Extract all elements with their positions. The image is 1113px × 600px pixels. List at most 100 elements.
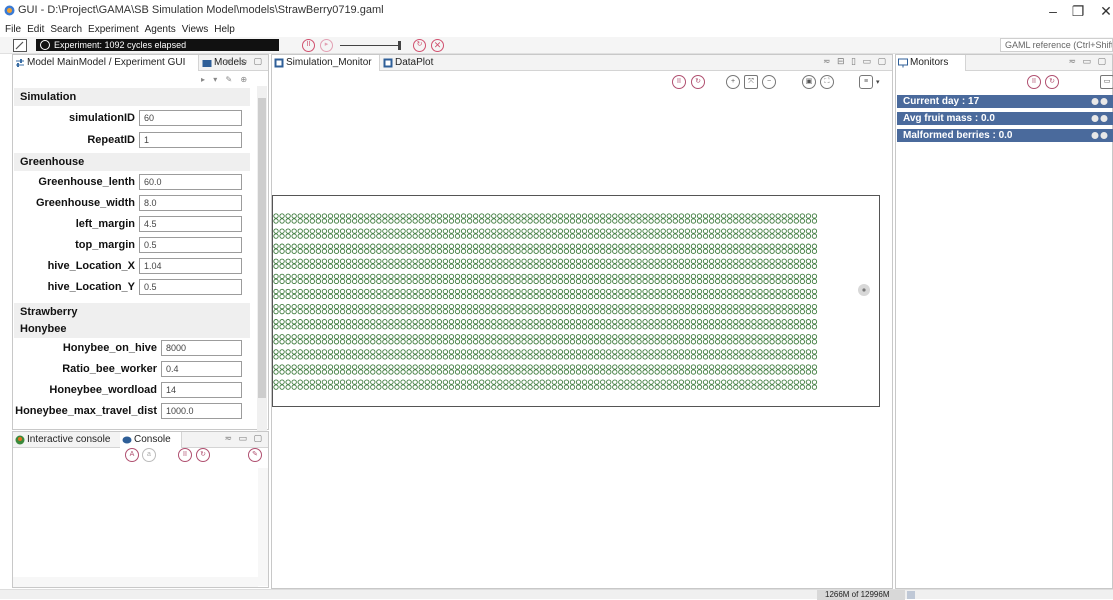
- tab-experiment-gui[interactable]: Model MainModel / Experiment GUI: [13, 55, 199, 71]
- param-label-honeybee-wordload: Honeybee_wordload: [49, 384, 157, 396]
- monitor-malformed-berries[interactable]: Malformed berries : 0.0: [897, 129, 1113, 142]
- tab-interactive-console[interactable]: Interactive console: [13, 432, 119, 448]
- console-pause-icon[interactable]: II: [178, 448, 192, 462]
- left-margin-field[interactable]: 4.5: [139, 216, 242, 232]
- console-erase-icon[interactable]: ✎: [248, 448, 262, 462]
- gaml-reference-search[interactable]: GAML reference (Ctrl+Shift+H): [1000, 38, 1113, 52]
- title-bar: GUI - D:\Project\GAMA\SB Simulation Mode…: [0, 0, 1113, 22]
- greenhouse-width-field[interactable]: 8.0: [139, 195, 242, 211]
- console-tabstrip: Interactive console Console ≂ ▭ ▢: [13, 432, 268, 448]
- scrollbar-thumb[interactable]: [258, 98, 266, 398]
- console-clear-icon[interactable]: a: [142, 448, 156, 462]
- menu-help[interactable]: Help: [211, 22, 238, 37]
- section-strawberry[interactable]: Strawberry: [14, 303, 250, 321]
- section-greenhouse[interactable]: Greenhouse: [14, 153, 250, 171]
- param-label-honybee-on-hive: Honybee_on_hive: [62, 342, 157, 354]
- honybee-on-hive-field[interactable]: 8000: [161, 340, 242, 356]
- zoom-in-icon[interactable]: +: [726, 75, 740, 89]
- monitor-controls-icon[interactable]: [1091, 131, 1109, 140]
- close-button[interactable]: ✕: [1089, 0, 1113, 22]
- monitors-view-controls[interactable]: ≂ ▭ ▢: [1068, 56, 1108, 67]
- menu-experiment[interactable]: Experiment: [85, 22, 142, 37]
- honeybee-wordload-field[interactable]: 14: [161, 382, 242, 398]
- menu-file[interactable]: File: [2, 22, 24, 37]
- console-sync-icon[interactable]: ↻: [196, 448, 210, 462]
- gc-icon[interactable]: [907, 591, 915, 599]
- tab-console[interactable]: Console: [120, 432, 182, 448]
- param-label-hive-location-y: hive_Location_Y: [47, 281, 135, 293]
- clock-icon: [40, 40, 50, 50]
- monitor-icon: [898, 58, 908, 68]
- ratio-bee-worker-field[interactable]: 0.4: [161, 361, 242, 377]
- reload-icon[interactable]: ↻: [413, 39, 426, 52]
- greenhouse-field[interactable]: [272, 195, 880, 407]
- param-label-simulationid: simulationID: [68, 112, 135, 124]
- honeybee-max-travel-dist-field[interactable]: 1000.0: [161, 403, 242, 419]
- simulationid-field[interactable]: 60: [139, 110, 242, 126]
- fullscreen-icon[interactable]: ⛶: [820, 75, 834, 89]
- section-simulation[interactable]: Simulation: [14, 88, 250, 106]
- stop-icon[interactable]: ✕: [431, 39, 444, 52]
- parameters-scrollbar[interactable]: [257, 86, 267, 431]
- tab-simulation-monitor[interactable]: Simulation_Monitor: [272, 55, 380, 71]
- experiment-status-text: Experiment: 1092 cycles elapsed: [54, 40, 187, 50]
- console-icon: [122, 436, 132, 444]
- monitors-pause-icon[interactable]: II: [1027, 75, 1041, 89]
- top-margin-field[interactable]: 0.5: [139, 237, 242, 253]
- monitor-controls-icon[interactable]: [1091, 97, 1109, 106]
- tab-dataplot[interactable]: DataPlot: [381, 55, 443, 71]
- chevron-down-icon[interactable]: ▾: [876, 78, 880, 86]
- greenhouse-lenth-field[interactable]: 60.0: [139, 174, 242, 190]
- console-view-controls[interactable]: ≂ ▭ ▢: [224, 433, 264, 444]
- tab-monitors-label: Monitors: [910, 57, 949, 68]
- display-sync-icon[interactable]: ↻: [691, 75, 705, 89]
- status-bar: 1266M of 12996M: [0, 589, 1113, 600]
- simulation-view-controls[interactable]: ≂ ⊟ ▯ ▭ ▢: [823, 56, 888, 67]
- simulation-tabstrip: Simulation_Monitor DataPlot ≂ ⊟ ▯ ▭ ▢: [272, 55, 892, 71]
- speed-slider[interactable]: [340, 39, 404, 52]
- tab-monitors[interactable]: Monitors: [896, 55, 966, 71]
- display-icon: [383, 58, 393, 68]
- step-icon[interactable]: ▸: [320, 39, 333, 52]
- console-scrollbar[interactable]: [258, 468, 268, 586]
- parameter-toolbar-icons[interactable]: ▸ ▾ ✎ ⊕: [201, 75, 250, 84]
- monitor-malformed-berries-label: Malformed berries : 0.0: [903, 130, 1013, 141]
- menu-agents[interactable]: Agents: [142, 22, 179, 37]
- menu-views[interactable]: Views: [179, 22, 212, 37]
- param-label-ratio-bee-worker: Ratio_bee_worker: [62, 363, 157, 375]
- pane-view-controls[interactable]: ≂ ▭ ▢: [224, 56, 264, 67]
- menu-search[interactable]: Search: [47, 22, 85, 37]
- monitor-controls-icon[interactable]: [1091, 114, 1109, 123]
- display-pause-icon[interactable]: II: [672, 75, 686, 89]
- pause-icon[interactable]: II: [302, 39, 315, 52]
- folder-icon: [202, 60, 212, 67]
- menu-edit[interactable]: Edit: [24, 22, 47, 37]
- param-label-honeybee-max-travel-dist: Honeybee_max_travel_dist: [15, 405, 157, 417]
- console-pane: Interactive console Console ≂ ▭ ▢ A a II…: [12, 431, 269, 588]
- experiment-status-bar: Experiment: 1092 cycles elapsed: [36, 39, 279, 51]
- monitors-sync-icon[interactable]: ↻: [1045, 75, 1059, 89]
- repeatid-field[interactable]: 1: [139, 132, 242, 148]
- param-label-greenhouse-lenth: Greenhouse_lenth: [38, 176, 135, 188]
- monitors-add-icon[interactable]: ▭: [1100, 75, 1113, 89]
- zoom-out-icon[interactable]: −: [762, 75, 776, 89]
- snapshot-icon[interactable]: ▣: [802, 75, 816, 89]
- zoom-fit-icon[interactable]: ⤧: [744, 75, 758, 89]
- section-honybee[interactable]: Honybee: [14, 320, 250, 338]
- gama-app-icon: [4, 5, 15, 16]
- parameters-icon: [16, 59, 24, 67]
- tab-experiment-gui-label: Model MainModel / Experiment GUI: [27, 57, 186, 68]
- console-a-icon[interactable]: A: [125, 448, 139, 462]
- monitor-current-day[interactable]: Current day : 17: [897, 95, 1113, 108]
- menu-bar: File Edit Search Experiment Agents Views Help: [0, 22, 1113, 37]
- param-label-repeatid: RepeatID: [87, 134, 135, 146]
- edit-icon[interactable]: [13, 39, 27, 52]
- layers-menu-icon[interactable]: ≡: [859, 75, 873, 89]
- monitor-avg-fruit-mass[interactable]: Avg fruit mass : 0.0: [897, 112, 1113, 125]
- hive-location-y-field[interactable]: 0.5: [139, 279, 242, 295]
- console-hscrollbar[interactable]: [13, 577, 258, 587]
- hive-marker[interactable]: [857, 283, 871, 297]
- parameters-tabstrip: Model MainModel / Experiment GUI Models …: [13, 55, 268, 71]
- hive-location-x-field[interactable]: 1.04: [139, 258, 242, 274]
- tab-console-label: Console: [134, 434, 171, 445]
